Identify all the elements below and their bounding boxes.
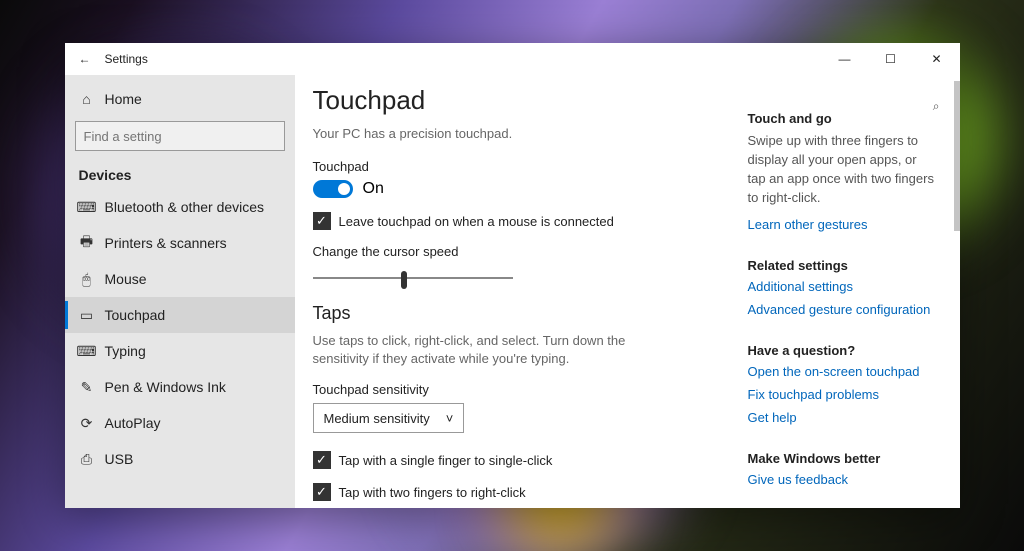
leave-on-checkbox[interactable]: ✓ Leave touchpad on when a mouse is conn…: [313, 212, 740, 230]
sidebar-item-label: USB: [105, 451, 134, 467]
taps-description: Use taps to click, right-click, and sele…: [313, 332, 643, 368]
cursor-speed-label: Change the cursor speed: [313, 244, 740, 259]
nav-icon: ⌨: [79, 199, 95, 215]
sidebar-item-usb[interactable]: ⎙ USB: [65, 441, 295, 477]
sidebar-item-label: Bluetooth & other devices: [105, 199, 265, 215]
advanced-gesture-link[interactable]: Advanced gesture configuration: [748, 302, 940, 317]
touchpad-toggle-label: Touchpad: [313, 159, 740, 174]
tap-double-checkbox[interactable]: ✓ Tap with two fingers to right-click: [313, 483, 740, 501]
related-settings-heading: Related settings: [748, 258, 940, 273]
maximize-button[interactable]: ☐: [868, 43, 914, 75]
tap-single-label: Tap with a single finger to single-click: [339, 453, 553, 468]
search-icon: ⌕: [933, 99, 940, 114]
cursor-speed-slider[interactable]: [313, 277, 513, 279]
feedback-link[interactable]: Give us feedback: [748, 472, 940, 487]
get-help-link[interactable]: Get help: [748, 410, 940, 425]
sidebar-item-autoplay[interactable]: ⟳ AutoPlay: [65, 405, 295, 441]
aside-column: Touch and go Swipe up with three fingers…: [740, 75, 960, 508]
nav-icon: 🖱: [79, 271, 95, 287]
close-button[interactable]: ✕: [914, 43, 960, 75]
sensitivity-select[interactable]: Medium sensitivity ˅: [313, 403, 465, 433]
page-title: Touchpad: [313, 85, 740, 116]
back-icon[interactable]: ←: [73, 52, 97, 66]
checkmark-icon: ✓: [313, 212, 331, 230]
sensitivity-value: Medium sensitivity: [324, 411, 430, 426]
taps-heading: Taps: [313, 303, 740, 324]
checkmark-icon: ✓: [313, 483, 331, 501]
sidebar-item-touchpad[interactable]: ▭ Touchpad: [65, 297, 295, 333]
sidebar-item-label: AutoPlay: [105, 415, 161, 431]
page-subtitle: Your PC has a precision touchpad.: [313, 126, 740, 141]
nav-icon: ▭: [79, 307, 95, 323]
sidebar-item-typing[interactable]: ⌨ Typing: [65, 333, 295, 369]
touch-and-go-desc: Swipe up with three fingers to display a…: [748, 132, 938, 207]
sidebar-item-label: Mouse: [105, 271, 147, 287]
checkmark-icon: ✓: [313, 451, 331, 469]
toggle-state: On: [363, 180, 384, 198]
sidebar-item-label: Pen & Windows Ink: [105, 379, 226, 395]
sidebar-item-label: Printers & scanners: [105, 235, 227, 251]
sensitivity-label: Touchpad sensitivity: [313, 382, 740, 397]
sidebar-item-label: Touchpad: [105, 307, 166, 323]
nav-icon: ⟳: [79, 415, 95, 431]
leave-on-label: Leave touchpad on when a mouse is connec…: [339, 214, 614, 229]
home-icon: ⌂: [79, 91, 95, 107]
titlebar: ← Settings — ☐ ✕: [65, 43, 960, 75]
content-area: Touchpad Your PC has a precision touchpa…: [295, 75, 960, 508]
onscreen-touchpad-link[interactable]: Open the on-screen touchpad: [748, 364, 940, 379]
search-input[interactable]: [75, 121, 285, 151]
chevron-down-icon: ˅: [446, 411, 454, 426]
main-column: Touchpad Your PC has a precision touchpa…: [295, 75, 740, 508]
sidebar-item-pen-windows-ink[interactable]: ✎ Pen & Windows Ink: [65, 369, 295, 405]
question-heading: Have a question?: [748, 343, 940, 358]
make-better-heading: Make Windows better: [748, 451, 940, 466]
nav-icon: ⌨: [79, 343, 95, 359]
touchpad-toggle[interactable]: [313, 180, 353, 198]
home-label: Home: [105, 91, 142, 107]
additional-settings-link[interactable]: Additional settings: [748, 279, 940, 294]
fix-problems-link[interactable]: Fix touchpad problems: [748, 387, 940, 402]
home-button[interactable]: ⌂ Home: [65, 81, 295, 117]
nav-icon: 🖶: [79, 235, 95, 251]
learn-gestures-link[interactable]: Learn other gestures: [748, 217, 940, 232]
sidebar-item-bluetooth-other-devices[interactable]: ⌨ Bluetooth & other devices: [65, 189, 295, 225]
tap-double-label: Tap with two fingers to right-click: [339, 485, 526, 500]
scrollbar[interactable]: [954, 81, 960, 231]
sidebar: ⌂ Home ⌕ Devices ⌨Bluetooth & other devi…: [65, 75, 295, 508]
settings-window: ← Settings — ☐ ✕ ⌂ Home ⌕ Devices ⌨Bluet…: [65, 43, 960, 508]
category-label: Devices: [65, 161, 295, 189]
window-title: Settings: [105, 52, 148, 66]
touch-and-go-heading: Touch and go: [748, 111, 940, 126]
sidebar-item-label: Typing: [105, 343, 146, 359]
tap-single-checkbox[interactable]: ✓ Tap with a single finger to single-cli…: [313, 451, 740, 469]
minimize-button[interactable]: —: [822, 43, 868, 75]
sidebar-item-printers-scanners[interactable]: 🖶 Printers & scanners: [65, 225, 295, 261]
nav-icon: ⎙: [79, 451, 95, 467]
nav-icon: ✎: [79, 379, 95, 395]
sidebar-item-mouse[interactable]: 🖱 Mouse: [65, 261, 295, 297]
slider-thumb[interactable]: [401, 271, 407, 289]
